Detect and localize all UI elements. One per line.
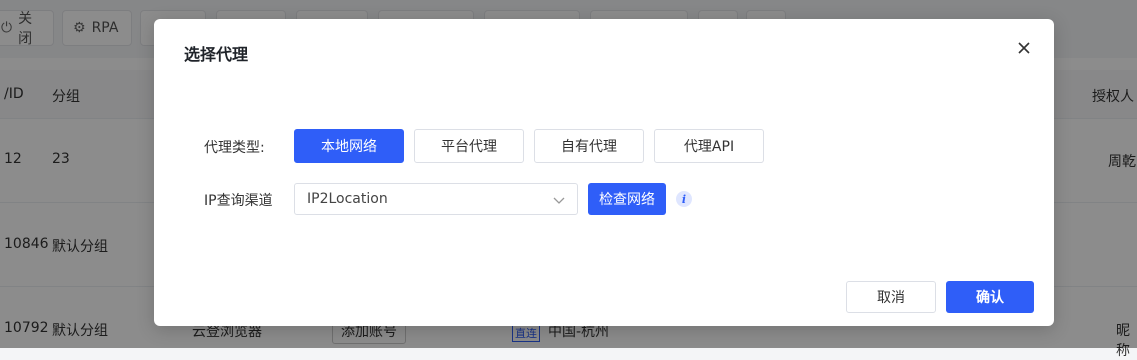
proxy-type-local-network[interactable]: 本地网络 [294, 129, 404, 163]
dialog-title: 选择代理 [184, 45, 249, 64]
confirm-button[interactable]: 确认 [946, 281, 1034, 313]
close-icon[interactable] [1016, 40, 1032, 56]
check-network-button[interactable]: 检查网络 [588, 183, 666, 215]
cancel-button[interactable]: 取消 [846, 281, 936, 313]
info-icon[interactable]: i [676, 191, 692, 207]
chevron-down-icon [553, 197, 565, 204]
proxy-type-label: 代理类型: [204, 140, 265, 156]
ip-channel-label: IP查询渠道 [204, 193, 273, 209]
proxy-type-own-proxy[interactable]: 自有代理 [534, 129, 644, 163]
ip-channel-value: IP2Location [307, 191, 388, 207]
ip-channel-select[interactable]: IP2Location [294, 183, 578, 215]
proxy-type-platform-proxy[interactable]: 平台代理 [414, 129, 524, 163]
select-proxy-dialog: 选择代理 代理类型: 本地网络 平台代理 自有代理 代理API IP查询渠道 I… [154, 19, 1054, 326]
proxy-type-api[interactable]: 代理API [654, 129, 764, 163]
